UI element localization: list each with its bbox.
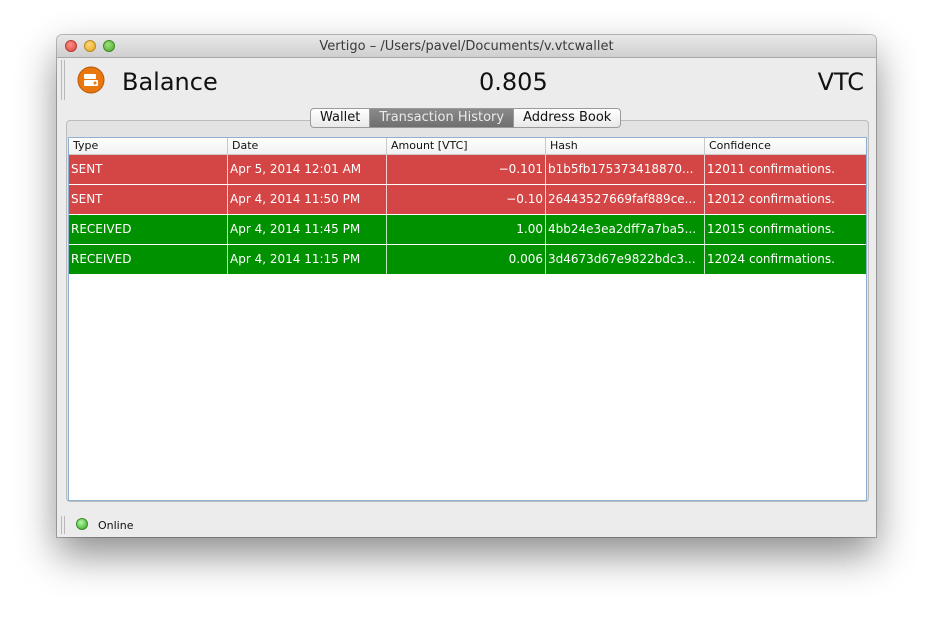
type-cell: RECEIVED bbox=[69, 215, 228, 244]
table-row[interactable]: RECEIVED Apr 4, 2014 11:45 PM 1.00 4bb24… bbox=[69, 215, 866, 244]
tab-address-book[interactable]: Address Book bbox=[514, 108, 622, 128]
type-cell: SENT bbox=[69, 155, 228, 184]
column-header-confidence[interactable]: Confidence bbox=[705, 138, 866, 154]
title-bar[interactable]: Vertigo – /Users/pavel/Documents/v.vtcwa… bbox=[57, 35, 876, 58]
column-header-date[interactable]: Date bbox=[228, 138, 387, 154]
table-row[interactable]: SENT Apr 5, 2014 12:01 AM −0.101 b1b5fb1… bbox=[69, 155, 866, 184]
hash-cell: b1b5fb175373418870... bbox=[546, 155, 705, 184]
table-row[interactable]: RECEIVED Apr 4, 2014 11:15 PM 0.006 3d46… bbox=[69, 245, 866, 274]
status-resize-grip[interactable] bbox=[61, 516, 65, 534]
app-window: Vertigo – /Users/pavel/Documents/v.vtcwa… bbox=[57, 35, 876, 537]
tab-wallet[interactable]: Wallet bbox=[310, 108, 371, 128]
amount-cell: 1.00 bbox=[387, 215, 546, 244]
type-cell: SENT bbox=[69, 185, 228, 214]
wallet-icon bbox=[77, 66, 105, 94]
date-cell: Apr 5, 2014 12:01 AM bbox=[228, 155, 387, 184]
transaction-table: Type Date Amount [VTC] Hash Confidence S… bbox=[68, 137, 867, 501]
confidence-cell: 12011 confirmations. bbox=[707, 162, 835, 176]
balance-label: Balance bbox=[122, 68, 218, 96]
confidence-cell: 12024 confirmations. bbox=[707, 252, 835, 266]
amount-cell: 0.006 bbox=[387, 245, 546, 274]
date-cell: Apr 4, 2014 11:15 PM bbox=[228, 245, 387, 274]
currency-label: VTC bbox=[817, 68, 864, 96]
amount-cell: −0.10 bbox=[387, 185, 546, 214]
column-header-amount[interactable]: Amount [VTC] bbox=[387, 138, 546, 154]
hash-cell: 4bb24e3ea2dff7a7ba5... bbox=[546, 215, 705, 244]
hash-cell: 26443527669faf889ce... bbox=[546, 185, 705, 214]
amount-cell: −0.101 bbox=[387, 155, 546, 184]
type-cell: RECEIVED bbox=[69, 245, 228, 274]
tab-bar: Wallet Transaction History Address Book bbox=[310, 108, 622, 128]
confidence-cell: 12015 confirmations. bbox=[707, 222, 835, 236]
date-cell: Apr 4, 2014 11:50 PM bbox=[228, 185, 387, 214]
date-cell: Apr 4, 2014 11:45 PM bbox=[228, 215, 387, 244]
table-row[interactable]: SENT Apr 4, 2014 11:50 PM −0.10 26443527… bbox=[69, 185, 866, 214]
confidence-cell: 12012 confirmations. bbox=[707, 192, 835, 206]
table-header: Type Date Amount [VTC] Hash Confidence bbox=[69, 138, 866, 155]
window-title: Vertigo – /Users/pavel/Documents/v.vtcwa… bbox=[319, 39, 614, 54]
column-header-type[interactable]: Type bbox=[69, 138, 228, 154]
status-text: Online bbox=[98, 519, 134, 532]
balance-value: 0.805 bbox=[479, 68, 548, 96]
column-header-hash[interactable]: Hash bbox=[546, 138, 705, 154]
header-resize-grip[interactable] bbox=[61, 60, 65, 100]
hash-cell: 3d4673d67e9822bdc3... bbox=[546, 245, 705, 274]
tab-transaction-history[interactable]: Transaction History bbox=[370, 108, 515, 128]
online-status-icon bbox=[76, 518, 88, 530]
